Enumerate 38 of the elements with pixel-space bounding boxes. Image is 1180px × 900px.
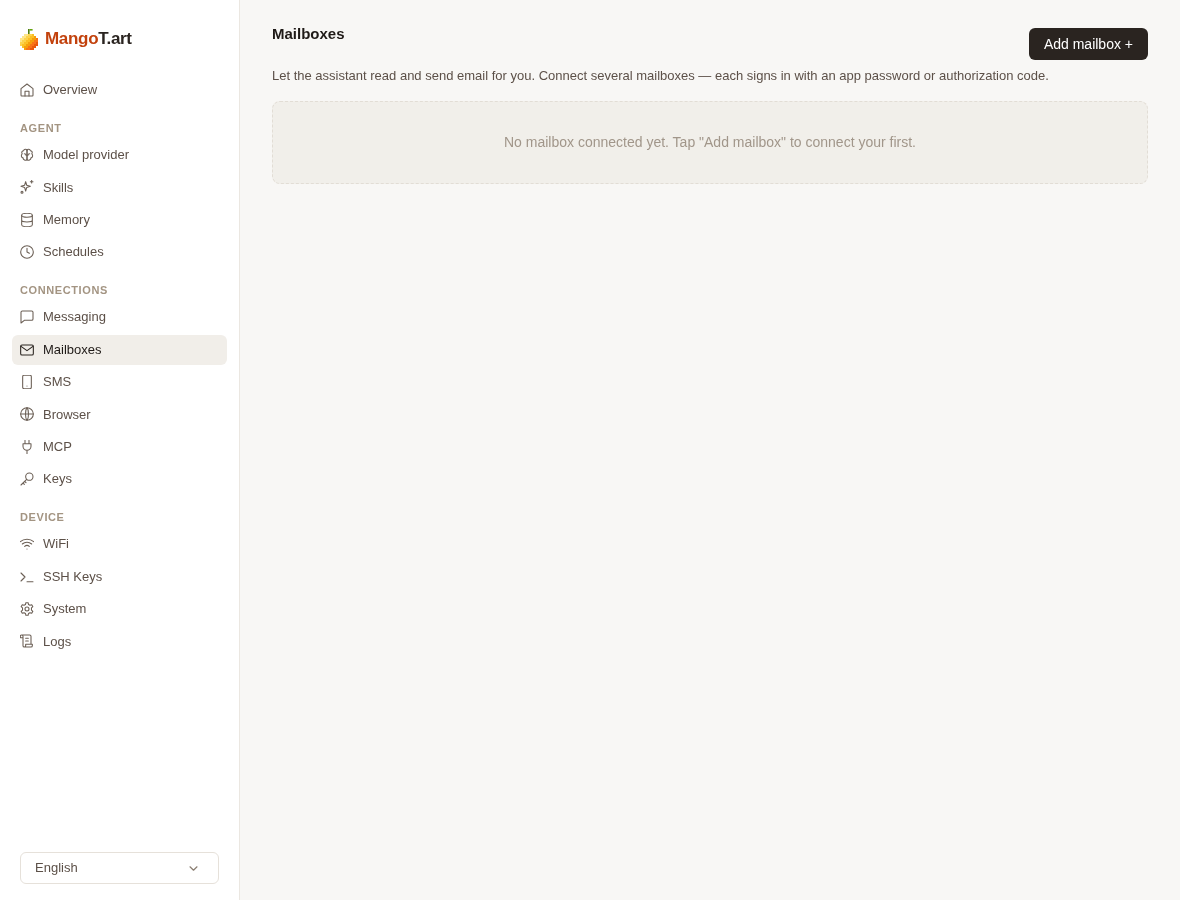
brand-name: MangoT.art [45,28,132,50]
section-heading: DEVICE [19,510,66,526]
sidebar-item[interactable]: SSH Keys [12,561,227,592]
scroll-icon [20,634,34,649]
sidebar-item[interactable]: Overview [12,75,227,105]
sidebar-item[interactable]: WiFi [12,529,227,560]
empty-state-message: No mailbox connected yet. Tap "Add mailbox" to connect your first. [504,133,916,152]
brain-icon [20,148,34,162]
sidebar-item[interactable]: Messaging [12,302,227,333]
language-select[interactable]: English [20,852,219,884]
key-icon [20,472,34,487]
add-mailbox-button[interactable]: Add mailbox + [1028,28,1148,60]
sidebar-item[interactable]: Schedules [12,237,227,268]
home-icon [20,83,34,97]
mail-icon [20,342,34,357]
chevron-down-icon [189,865,198,871]
sidebar-item[interactable]: Mailboxes [12,334,227,365]
sidebar-item[interactable]: Model provider [12,140,227,170]
sparkles-icon [20,180,34,195]
page-description: Let the assistant read and send email for you. Connect several mailboxes — each signs in with an app password or authorization code. [272,67,1050,85]
sidebar-item[interactable]: System [12,593,227,624]
sidebar-item[interactable]: SMS [12,366,227,397]
database-icon [20,212,34,227]
smartphone-icon [20,374,34,389]
plug-icon [20,439,34,454]
sidebar-item[interactable]: Memory [12,204,227,235]
sidebar-item[interactable]: Browser [12,399,227,430]
sidebar-item[interactable]: Keys [12,464,227,495]
globe-icon [20,407,34,422]
mango-logo-icon [20,28,38,50]
clock-icon [20,245,34,260]
section-heading: CONNECTIONS [19,283,109,299]
sidebar-item[interactable]: Skills [12,172,227,203]
settings-icon [20,601,34,616]
page-title: Mailboxes [272,24,345,44]
section-heading: AGENT [19,121,63,136]
sidebar-item[interactable]: MCP [12,431,227,462]
sidebar-item[interactable]: Logs [12,626,227,657]
